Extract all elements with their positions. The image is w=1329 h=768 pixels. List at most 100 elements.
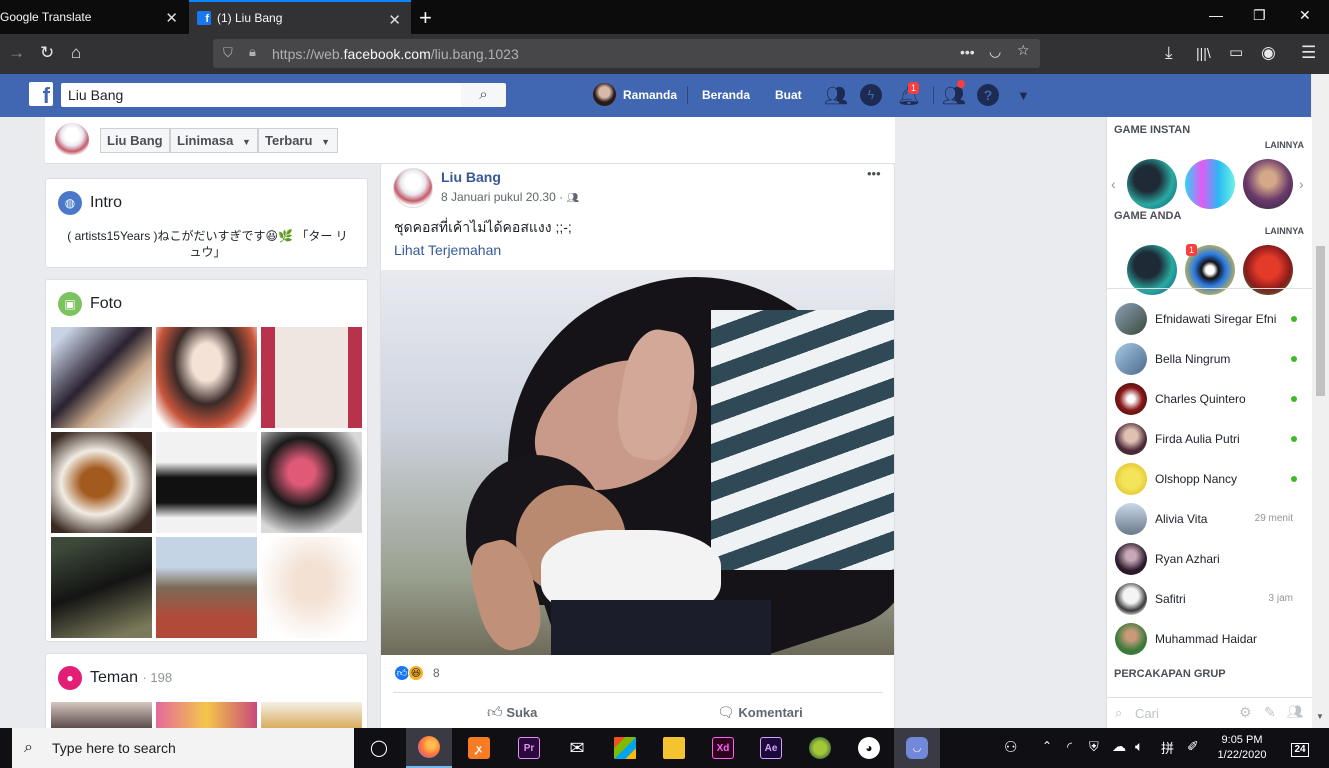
post-timestamp[interactable]: 8 Januari pukul 20.30 · 👥︎	[441, 190, 579, 204]
language-icon[interactable]: 拼	[1161, 738, 1174, 757]
tab-google-translate[interactable]: Google Translate ✕	[0, 0, 188, 34]
wifi-icon[interactable]: ◜	[1067, 739, 1072, 755]
forward-icon[interactable]: →	[8, 43, 25, 63]
taskbar-app-android-studio[interactable]	[797, 728, 843, 768]
post-author-name[interactable]: Liu Bang	[441, 169, 501, 185]
post-photo[interactable]	[381, 270, 894, 655]
library-icon[interactable]: |||\	[1196, 45, 1211, 61]
help-icon[interactable]: ?	[977, 84, 999, 106]
account-icon[interactable]: ◉	[1261, 43, 1276, 63]
more-your-games-link[interactable]: LAINNYA	[1265, 226, 1304, 236]
task-view-icon[interactable]: ◯	[356, 728, 402, 768]
reactions-count[interactable]: 8	[433, 666, 440, 680]
profile-name-button[interactable]: Liu Bang	[100, 128, 170, 153]
friend-requests-icon[interactable]: 👥︎	[824, 84, 848, 108]
taskbar-app-xampp[interactable]: ꭙ	[456, 728, 502, 768]
taskbar-search[interactable]: ⌕ Type here to search	[12, 728, 354, 768]
like-button[interactable]: 👍︎ Suka	[487, 704, 537, 722]
taskbar-app-mail[interactable]: ✉	[554, 728, 600, 768]
close-tab-icon[interactable]: ✕	[388, 11, 401, 29]
maximize-icon[interactable]: ❐	[1253, 7, 1266, 24]
bookmark-star-icon[interactable]: ☆	[1017, 42, 1030, 59]
latest-dropdown[interactable]: Terbaru ▼	[258, 128, 338, 153]
profile-link[interactable]: Ramanda	[623, 88, 677, 102]
volume-icon[interactable]: 🔈︎	[1135, 738, 1143, 755]
defender-icon[interactable]: ⛨	[1089, 739, 1099, 755]
taskbar-app-premiere[interactable]: Pr	[506, 728, 552, 768]
show-hidden-icons-icon[interactable]: ⌃	[1042, 739, 1052, 753]
post-author-avatar[interactable]	[393, 168, 433, 208]
facebook-logo-icon[interactable]: f	[29, 82, 53, 108]
account-dropdown-icon[interactable]: ▼	[1017, 88, 1030, 103]
pen-icon[interactable]: ✐	[1187, 738, 1199, 755]
shield-icon[interactable]: ⛉	[223, 45, 233, 61]
haha-reaction-icon[interactable]: 😆︎	[408, 665, 424, 681]
pocket-icon[interactable]: ◡	[989, 43, 1001, 60]
search-input[interactable]: Liu Bang	[61, 83, 461, 107]
reload-icon[interactable]: ↻	[40, 43, 54, 63]
photo-thumbnail[interactable]	[261, 537, 362, 638]
new-message-icon[interactable]: ✎	[1264, 704, 1276, 721]
taskbar-app-explorer[interactable]	[651, 728, 697, 768]
home-icon[interactable]: ⌂	[71, 43, 81, 63]
photo-thumbnail[interactable]	[51, 327, 152, 428]
home-link[interactable]: Beranda	[702, 88, 750, 102]
contact-item[interactable]: Muhammad Haidar	[1107, 619, 1303, 659]
page-actions-icon[interactable]: •••	[960, 44, 975, 60]
people-icon[interactable]: ⚇	[1004, 738, 1017, 756]
onedrive-icon[interactable]: ☁	[1112, 738, 1126, 755]
download-icon[interactable]: ⤓	[1165, 43, 1173, 63]
contact-item[interactable]: Olshopp Nancy	[1107, 459, 1303, 499]
new-tab-icon[interactable]: +	[419, 5, 432, 31]
photo-thumbnail[interactable]	[261, 432, 362, 533]
contact-item[interactable]: Bella Ningrum	[1107, 339, 1303, 379]
comment-button[interactable]: 🗨︎ Komentari	[717, 704, 803, 721]
scrollbar-thumb[interactable]	[1316, 246, 1325, 396]
menu-icon[interactable]: ☰	[1301, 43, 1316, 63]
contact-item[interactable]: Ryan Azhari	[1107, 539, 1303, 579]
search-button[interactable]: ⌕	[461, 83, 506, 107]
photo-thumbnail[interactable]	[51, 537, 152, 638]
create-link[interactable]: Buat	[775, 88, 802, 102]
game-thumbnail[interactable]	[1127, 159, 1177, 209]
tab-facebook[interactable]: f (1) Liu Bang ✕	[189, 0, 411, 34]
photo-thumbnail[interactable]	[156, 327, 257, 428]
contact-item[interactable]: Firda Aulia Putri	[1107, 419, 1303, 459]
photo-thumbnail[interactable]	[156, 537, 257, 638]
close-window-icon[interactable]: ✕	[1299, 7, 1311, 24]
taskbar-app-firefox[interactable]	[406, 728, 452, 768]
close-tab-icon[interactable]: ✕	[165, 9, 178, 27]
contact-item[interactable]: Alivia Vita 29 menit	[1107, 499, 1303, 539]
taskbar-app-after-effects[interactable]: Ae	[748, 728, 794, 768]
contact-item[interactable]: Charles Quintero	[1107, 379, 1303, 419]
photo-thumbnail[interactable]	[51, 432, 152, 533]
action-center-icon[interactable]: 24	[1287, 737, 1313, 759]
chevron-right-icon[interactable]: ›	[1299, 176, 1304, 192]
see-translation-link[interactable]: Lihat Terjemahan	[394, 242, 501, 258]
contact-item[interactable]: Safitri 3 jam	[1107, 579, 1303, 619]
game-thumbnail[interactable]	[1185, 159, 1235, 209]
photo-thumbnail[interactable]	[261, 327, 362, 428]
post-options-icon[interactable]: •••	[867, 166, 881, 181]
photo-thumbnail[interactable]	[156, 432, 257, 533]
profile-avatar[interactable]	[55, 123, 89, 157]
chevron-left-icon[interactable]: ‹	[1111, 176, 1116, 192]
taskbar-app-game[interactable]: ◕	[846, 728, 892, 768]
new-group-icon[interactable]: 👥︎	[1287, 704, 1304, 720]
scroll-down-icon[interactable]: ▼	[1316, 712, 1324, 721]
game-thumbnail[interactable]	[1243, 159, 1293, 209]
minimize-icon[interactable]: —	[1209, 7, 1223, 23]
taskbar-app-xd[interactable]: Xd	[700, 728, 746, 768]
taskbar-app-discord[interactable]: ◡	[894, 728, 940, 768]
messenger-icon[interactable]: ϟ	[860, 84, 882, 106]
chat-search-input[interactable]: Cari	[1135, 706, 1159, 721]
page-scrollbar[interactable]: ▼	[1312, 74, 1329, 728]
clock[interactable]: 9:05 PM 1/22/2020	[1212, 733, 1272, 763]
taskbar-app-store[interactable]	[602, 728, 648, 768]
user-avatar[interactable]	[593, 83, 616, 106]
settings-gear-icon[interactable]: ⚙︎	[1239, 704, 1252, 721]
sidebar-icon[interactable]: ▭	[1229, 43, 1243, 61]
timeline-dropdown[interactable]: Linimasa ▼	[170, 128, 258, 153]
more-games-link[interactable]: LAINNYA	[1265, 140, 1304, 150]
url-bar[interactable]: ⛉ 🔒︎ https://web. facebook.com/liu.bang.1…	[213, 39, 1040, 68]
